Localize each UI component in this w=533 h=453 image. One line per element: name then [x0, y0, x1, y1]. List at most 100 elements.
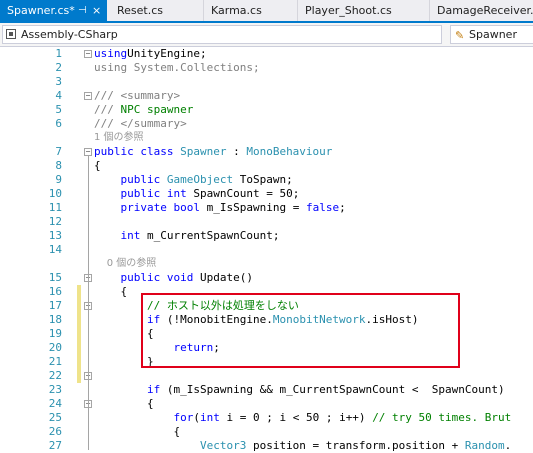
- code-token: /// </summary>: [94, 117, 187, 130]
- line-number: 8: [55, 159, 62, 172]
- code-line: 13 int m_CurrentSpawnCount;: [0, 229, 533, 243]
- code-token: ///: [94, 103, 121, 116]
- code-token: UnityEngine;: [127, 47, 207, 60]
- line-number: 25: [48, 411, 62, 424]
- code-token: for: [173, 411, 194, 424]
- project-label: Assembly-CSharp: [21, 28, 118, 41]
- code-token: i = 0 ; i < 50 ; i++): [219, 411, 373, 424]
- outline-guide: [88, 156, 89, 450]
- close-icon[interactable]: ×: [92, 0, 101, 21]
- code-line: 23 if (m_IsSpawning && m_CurrentSpawnCou…: [0, 383, 533, 397]
- code-text: if (m_IsSpawning && m_CurrentSpawnCount …: [94, 383, 505, 397]
- code-token: Vector3: [199, 439, 247, 452]
- class-dropdown[interactable]: ✎ Spawner: [450, 25, 533, 44]
- code-line: 9 public GameObject ToSpawn;: [0, 173, 533, 187]
- code-token: false: [305, 201, 340, 214]
- pin-icon[interactable]: ⊣: [78, 0, 87, 21]
- line-number: 27: [48, 439, 62, 452]
- line-number: 11: [48, 201, 62, 214]
- code-line: 10 public int SpawnCount = 50;: [0, 187, 533, 201]
- code-token: GameObject: [166, 173, 234, 186]
- collapse-icon[interactable]: −: [84, 50, 92, 58]
- code-token: public int: [120, 187, 187, 200]
- code-token: Spawner: [180, 145, 227, 158]
- collapse-icon[interactable]: −: [84, 148, 92, 156]
- line-number: 6: [55, 117, 62, 130]
- tab-player-shoot[interactable]: Player_Shoot.cs: [298, 0, 430, 21]
- code-token: {: [94, 285, 128, 298]
- line-number: 3: [55, 75, 62, 88]
- navigation-bar: Assembly-CSharp ✎ Spawner: [0, 23, 533, 47]
- code-text: /// NPC spawner: [94, 103, 193, 117]
- code-token: ToSpawn;: [233, 173, 293, 186]
- code-token: public: [120, 173, 167, 186]
- code-text: {: [94, 159, 101, 173]
- code-text: public class Spawner : MonoBehaviour: [94, 145, 332, 159]
- line-number: 19: [48, 327, 62, 340]
- tab-karma[interactable]: Karma.cs: [204, 0, 298, 21]
- line-number: 7: [55, 145, 62, 158]
- code-text: Vector3 position = transform.position + …: [94, 439, 511, 453]
- code-text: usingUnityEngine;: [94, 47, 207, 61]
- code-line: 5 /// NPC spawner: [0, 103, 533, 117]
- line-number: 21: [48, 355, 62, 368]
- code-token: NPC spawner: [120, 103, 194, 116]
- code-token: int: [199, 411, 220, 424]
- code-text: public void Update(): [94, 271, 253, 285]
- code-editor[interactable]: 1− usingUnityEngine; 2 using System.Collect…: [0, 47, 533, 452]
- code-token: {: [94, 397, 154, 410]
- code-text: private bool m_IsSpawning = false;: [94, 201, 346, 215]
- line-number: 24: [48, 397, 62, 410]
- line-number: 23: [48, 383, 62, 396]
- class-icon: ✎: [455, 29, 465, 42]
- change-indicator-bar: [77, 285, 81, 383]
- class-label: Spawner: [469, 28, 517, 41]
- line-number: 17: [48, 299, 62, 312]
- highlight-box: [141, 293, 460, 368]
- code-text: /// </summary>: [94, 117, 187, 131]
- codelens-reference[interactable]: 1 個の参照: [94, 131, 144, 145]
- code-token: .: [504, 439, 512, 452]
- code-line: 15− public void Update(): [0, 271, 533, 285]
- tab-reset[interactable]: Reset.cs: [110, 0, 204, 21]
- code-token: if: [146, 383, 161, 396]
- tab-damage-receiver[interactable]: DamageReceiver.cs: [430, 0, 533, 21]
- code-token: (m_IsSpawning && m_CurrentSpawnCount < S…: [160, 383, 505, 396]
- csharp-project-icon: [6, 29, 16, 39]
- code-line: 14: [0, 243, 533, 257]
- line-number: 14: [48, 243, 62, 256]
- line-number: 18: [48, 313, 62, 326]
- code-text: int m_CurrentSpawnCount;: [94, 229, 280, 243]
- code-token: using: [94, 47, 128, 60]
- code-token: MonoBehaviour: [246, 145, 333, 158]
- codelens-row: 0 個の参照: [0, 257, 533, 271]
- code-token: ;: [339, 201, 346, 214]
- collapse-icon[interactable]: −: [84, 92, 92, 100]
- code-token: m_IsSpawning =: [199, 201, 306, 214]
- code-line: 26 {: [0, 425, 533, 439]
- tab-label: Spawner.cs*: [7, 4, 75, 17]
- project-dropdown[interactable]: Assembly-CSharp: [2, 25, 442, 44]
- tab-spawner[interactable]: Spawner.cs* ⊣ ×: [0, 0, 107, 21]
- code-line: 7 − public class Spawner : MonoBehaviour: [0, 145, 533, 159]
- codelens-row: 1 個の参照: [0, 131, 533, 145]
- code-token: :: [226, 145, 247, 158]
- code-token: // try 50 times. Brut: [372, 411, 512, 424]
- codelens-reference[interactable]: 0 個の参照: [94, 257, 157, 271]
- line-number: 2: [55, 61, 62, 74]
- line-number: 22: [48, 369, 62, 382]
- code-line: 6 /// </summary>: [0, 117, 533, 131]
- line-number: 12: [48, 215, 62, 228]
- code-token: {: [94, 425, 181, 438]
- code-text: public int SpawnCount = 50;: [94, 187, 300, 201]
- tab-label: Karma.cs: [211, 4, 262, 17]
- code-text: for(int i = 0 ; i < 50 ; i++) // try 50 …: [94, 411, 511, 425]
- line-number: 15: [48, 271, 62, 284]
- line-number: 13: [48, 229, 62, 242]
